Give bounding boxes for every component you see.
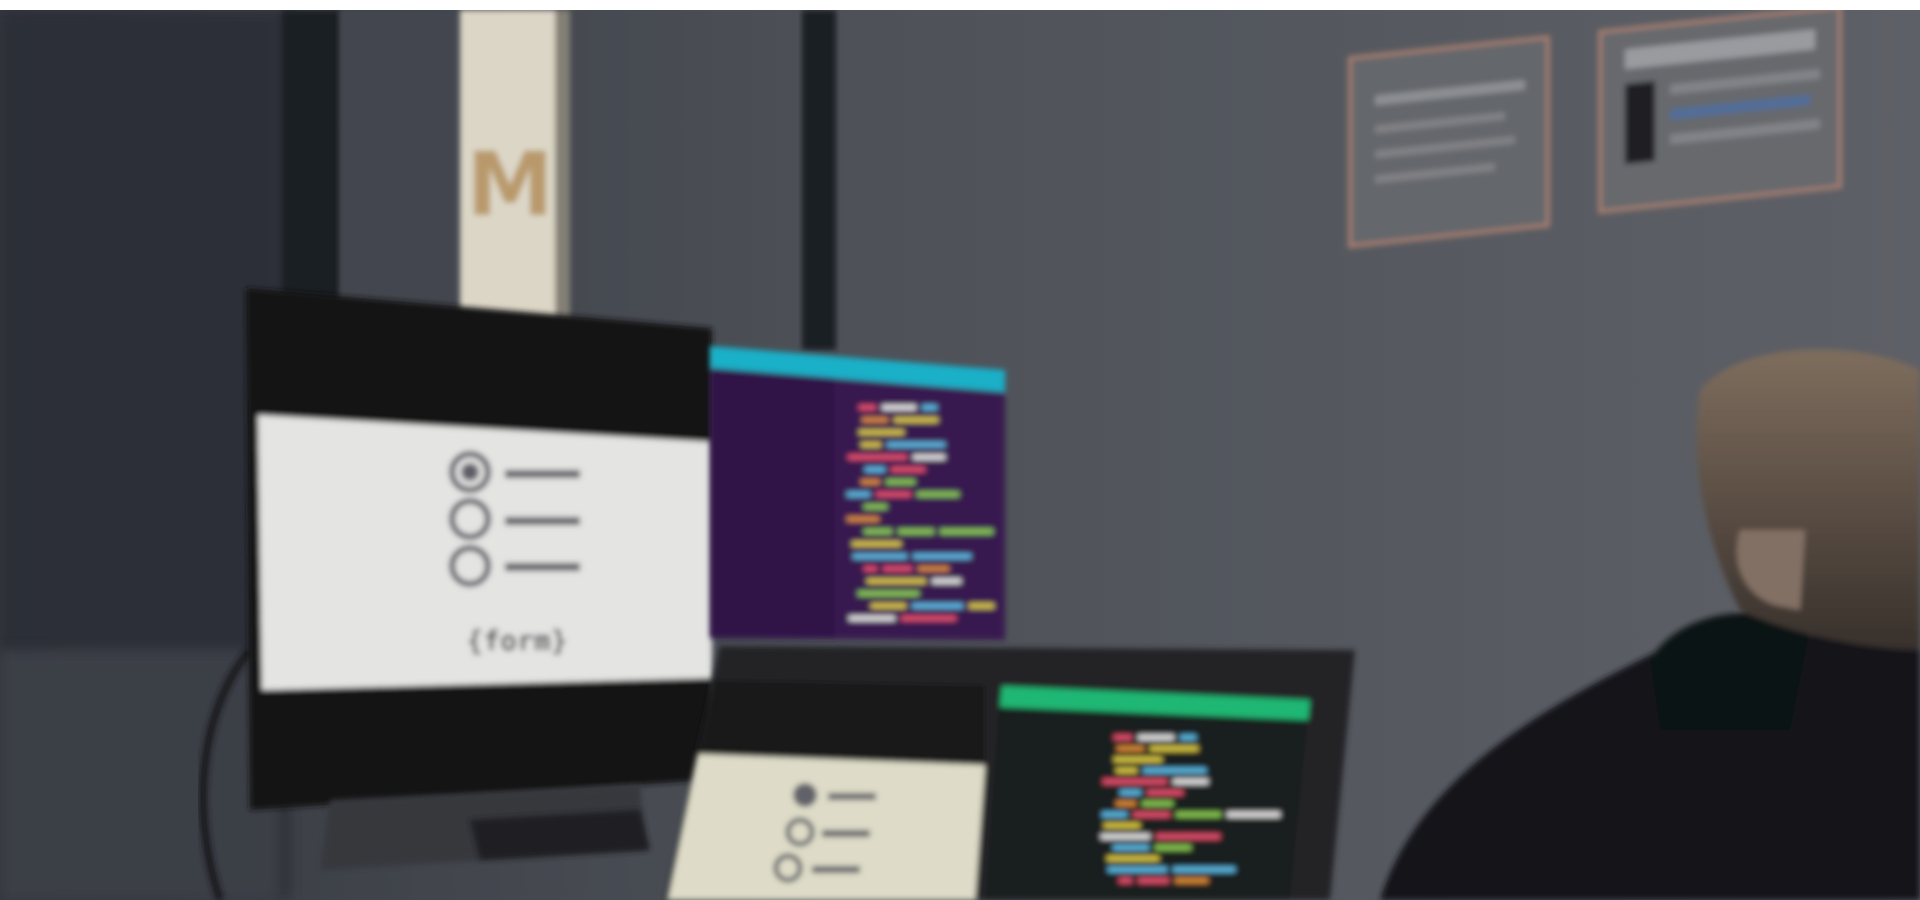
photo-canvas: M {form}: [0, 10, 1920, 900]
vignette: [0, 10, 1920, 900]
photo-scene: M {form}: [0, 10, 1920, 900]
